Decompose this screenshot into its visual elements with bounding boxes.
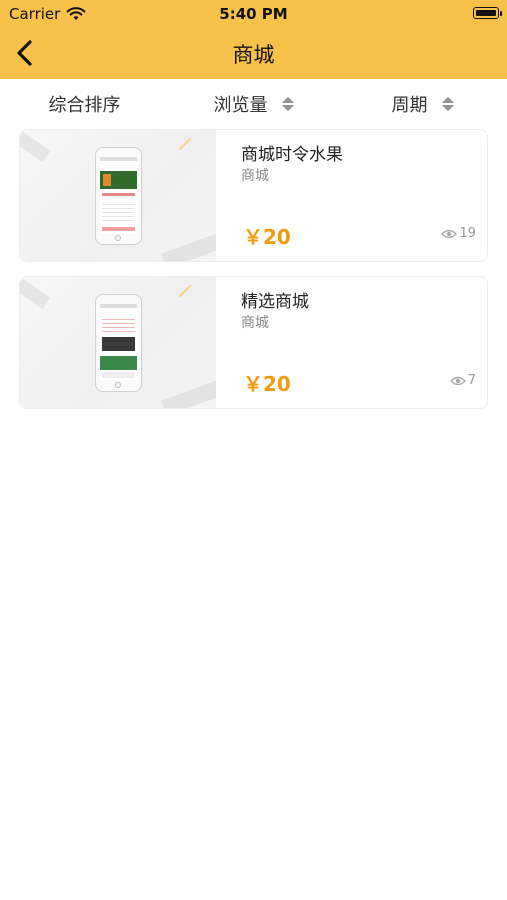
product-card[interactable]: 精选商城 商城 ￥20 7 [19,276,488,409]
sort-arrows-icon [281,97,294,111]
product-title: 精选商城 [241,292,309,312]
product-thumbnail [20,277,216,408]
header: Carrier 5:40 PM 商城 [0,0,507,79]
views-count: 7 [467,373,476,388]
eye-icon [449,376,466,385]
product-category: 商城 [241,315,269,331]
product-info: 精选商城 商城 ￥20 7 [241,277,487,408]
product-views: 7 [449,373,476,388]
product-price: ￥20 [243,372,291,396]
eye-icon [441,229,458,238]
sort-bar: 综合排序 浏览量 周期 [0,79,507,129]
sort-label: 浏览量 [213,95,268,116]
product-thumbnail [20,130,216,261]
phone-mockup-image [95,147,142,245]
status-time: 5:40 PM [219,5,288,23]
sort-label: 综合排序 [48,95,121,116]
phone-mockup-image [95,294,142,392]
product-info: 商城时令水果 商城 ￥20 19 [241,130,487,261]
product-views: 19 [441,226,476,241]
nav-bar: 商城 [0,28,507,79]
sort-period[interactable]: 周期 [338,79,507,129]
views-count: 19 [459,226,476,241]
sort-views[interactable]: 浏览量 [169,79,338,129]
sort-arrows-icon [441,97,454,111]
product-price: ￥20 [243,225,291,249]
product-list: 商城时令水果 商城 ￥20 19 精选商城 商城 ￥20 7 [19,129,488,423]
page-title: 商城 [232,43,275,67]
sort-comprehensive[interactable]: 综合排序 [0,79,169,129]
product-category: 商城 [241,168,269,184]
product-title: 商城时令水果 [241,145,343,165]
status-bar: Carrier 5:40 PM [0,0,507,28]
sort-label: 周期 [391,95,428,116]
product-card[interactable]: 商城时令水果 商城 ￥20 19 [19,129,488,262]
battery-icon [473,7,502,19]
